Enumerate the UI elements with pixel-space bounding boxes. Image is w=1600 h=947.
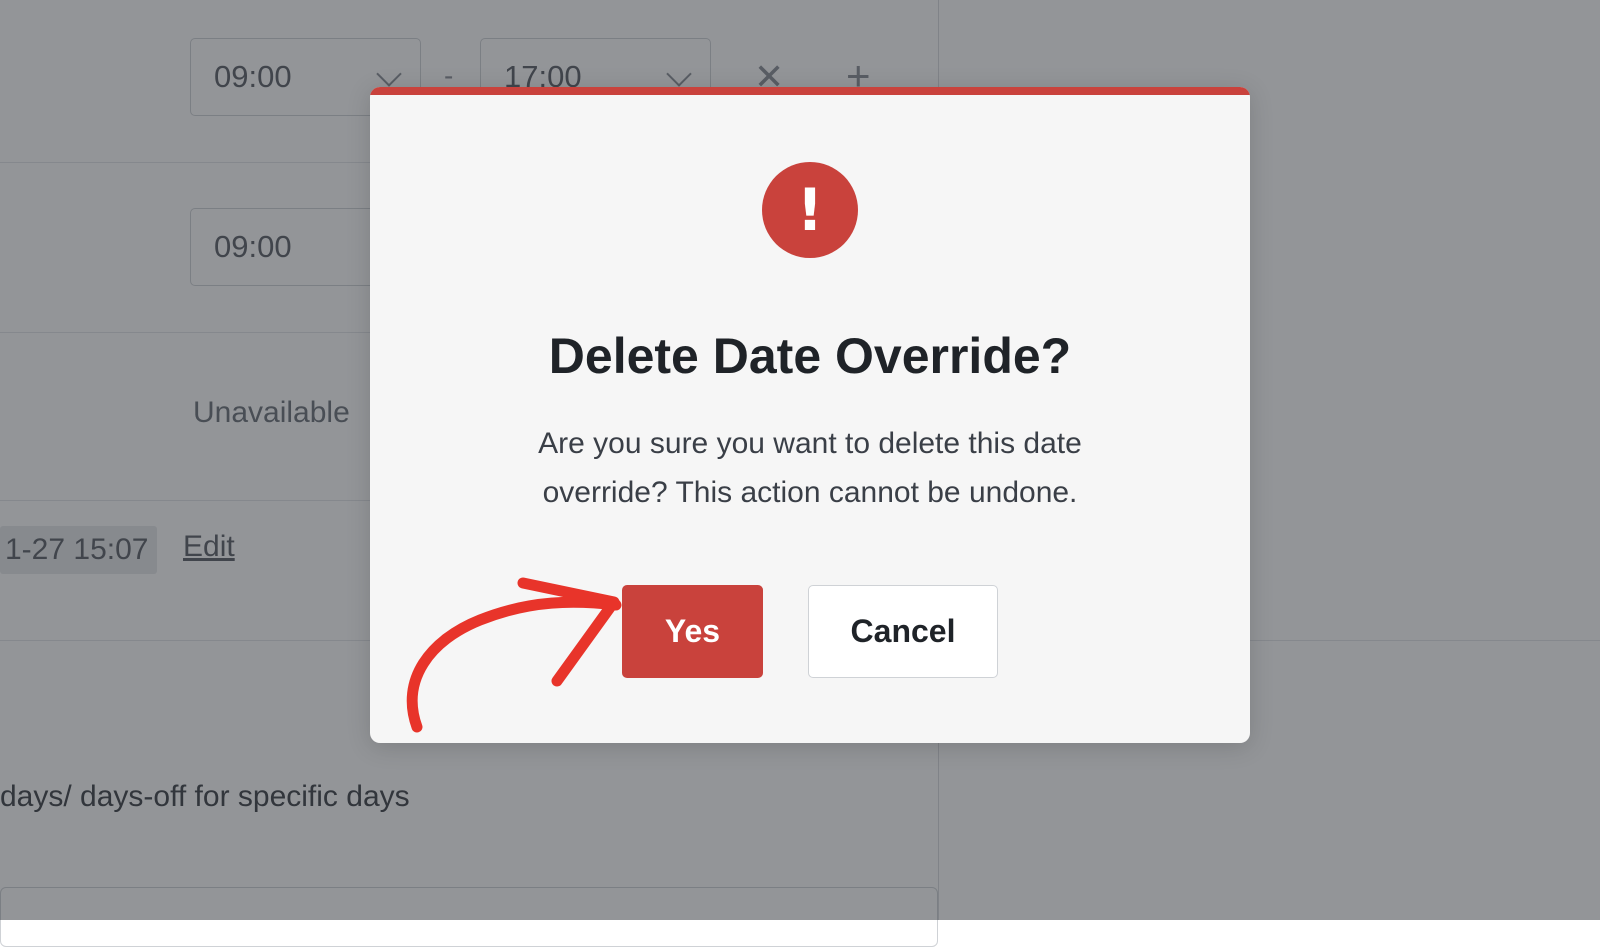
annotation-arrow-icon: [406, 577, 622, 733]
